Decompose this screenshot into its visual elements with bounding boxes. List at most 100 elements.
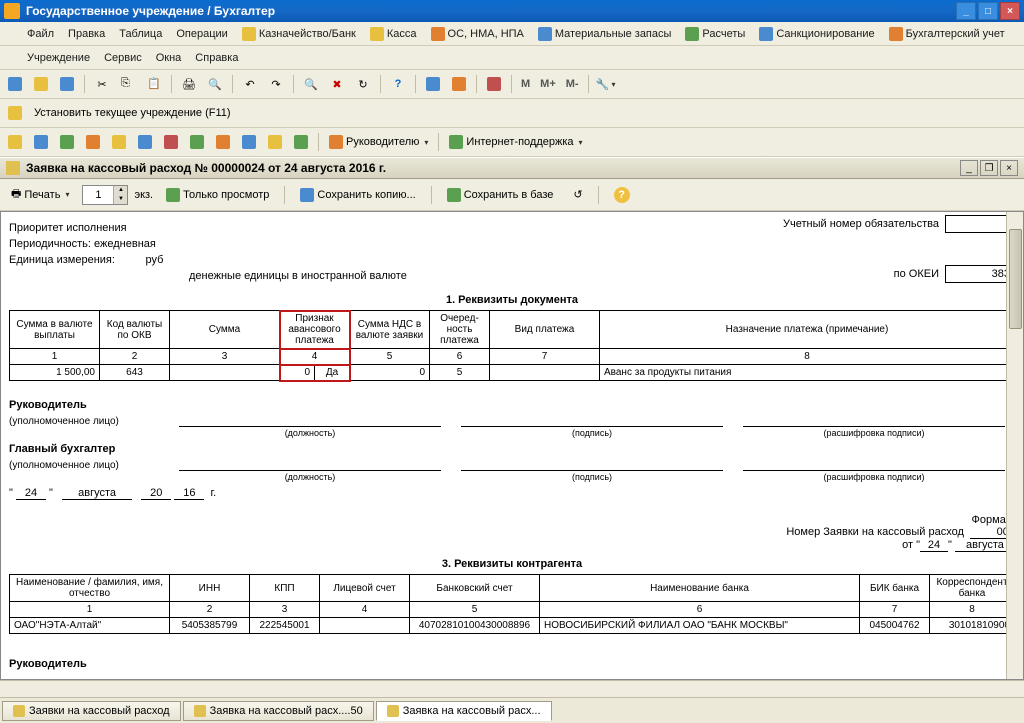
copies-down[interactable]: ▼ <box>113 195 127 204</box>
menu-file[interactable]: Файл <box>4 25 60 43</box>
menu-institution[interactable]: Учреждение <box>4 49 96 67</box>
print-button[interactable]: 🖨 <box>178 73 200 95</box>
menu-calc[interactable]: Расчеты <box>679 25 751 43</box>
copies-up[interactable]: ▲ <box>113 186 127 195</box>
qb-3[interactable] <box>56 131 78 153</box>
s3v2[interactable]: 5405385799 <box>170 618 250 634</box>
paste-button[interactable]: 📋 <box>143 73 165 95</box>
s3v8[interactable]: 30101810900 <box>930 618 1015 634</box>
cut-button[interactable]: ✂ <box>91 73 113 95</box>
undo-button[interactable]: ↶ <box>239 73 261 95</box>
tab-1[interactable]: Заявки на кассовый расход <box>2 701 181 721</box>
tab-2[interactable]: Заявка на кассовый расх....50 <box>183 701 374 721</box>
copy-button[interactable]: ⎘ <box>117 73 139 95</box>
calc-button[interactable] <box>422 73 444 95</box>
scrollbar-horizontal[interactable] <box>0 680 1024 697</box>
v6[interactable]: 5 <box>430 365 490 381</box>
inst-icon-button[interactable] <box>4 102 26 124</box>
s3v3[interactable]: 222545001 <box>250 618 320 634</box>
qb-8[interactable] <box>186 131 208 153</box>
v8[interactable]: Аванс за продукты питания <box>600 365 1015 381</box>
qb-1[interactable] <box>4 131 26 153</box>
refresh-button[interactable]: ↻ <box>352 73 374 95</box>
s3v7[interactable]: 045004762 <box>860 618 930 634</box>
v1[interactable]: 1 500,00 <box>10 365 100 381</box>
h6: Очеред-ность платежа <box>430 311 490 349</box>
doc-help-button[interactable]: ? <box>607 184 637 206</box>
redo-button[interactable]: ↷ <box>265 73 287 95</box>
s3v4[interactable] <box>320 618 410 634</box>
menu-help[interactable]: Справка <box>189 50 244 66</box>
menu-accounting[interactable]: Бухгалтерский учет <box>883 25 1011 43</box>
qb-6[interactable] <box>134 131 156 153</box>
set-institution-button[interactable]: Установить текущее учреждение (F11) <box>30 105 235 121</box>
settings-button[interactable]: 🔧▾ <box>595 73 617 95</box>
copies-input[interactable] <box>83 187 113 203</box>
scroll-thumb[interactable] <box>1009 229 1022 329</box>
memory-mplus[interactable]: M+ <box>537 78 559 90</box>
tool-btn-a[interactable] <box>483 73 505 95</box>
v3[interactable] <box>170 365 280 381</box>
menu-cashdesk[interactable]: Касса <box>364 25 423 43</box>
menu-assets[interactable]: ОС, НМА, НПА <box>425 25 530 43</box>
minimize-button[interactable]: _ <box>956 2 976 20</box>
v4-cell[interactable]: 0 Да <box>280 365 350 381</box>
qb-2[interactable] <box>30 131 52 153</box>
h5: Сумма НДС в валюте заявки <box>350 311 430 349</box>
menu-edit[interactable]: Правка <box>62 26 111 42</box>
n4: 4 <box>280 349 350 365</box>
qb-12[interactable] <box>290 131 312 153</box>
s3v6[interactable]: НОВОСИБИРСКИЙ ФИЛИАЛ ОАО "БАНК МОСКВЫ" <box>540 618 860 634</box>
v2[interactable]: 643 <box>100 365 170 381</box>
menu-windows[interactable]: Окна <box>150 50 188 66</box>
v7[interactable] <box>490 365 600 381</box>
open-button[interactable] <box>30 73 52 95</box>
memory-m[interactable]: M <box>518 78 533 90</box>
calendar-button[interactable] <box>448 73 470 95</box>
new-button[interactable] <box>4 73 26 95</box>
leader-dropdown[interactable]: Руководителю▾ <box>325 133 432 151</box>
maximize-button[interactable]: □ <box>978 2 998 20</box>
qb-5[interactable] <box>108 131 130 153</box>
h4: Признак авансового платежа <box>280 311 350 349</box>
qb-4[interactable] <box>82 131 104 153</box>
preview-button[interactable]: 🔍 <box>204 73 226 95</box>
h3: Сумма <box>170 311 280 349</box>
s3v1[interactable]: ОАО"НЭТА-Алтай" <box>10 618 170 634</box>
inst-icon <box>10 51 24 65</box>
v5[interactable]: 0 <box>350 365 430 381</box>
printer-icon: 🖶 <box>11 185 21 204</box>
doc-close[interactable]: × <box>1000 160 1018 176</box>
readonly-button[interactable]: Только просмотр <box>159 185 276 205</box>
support-dropdown[interactable]: Интернет-поддержка▾ <box>445 133 586 151</box>
doc-maximize[interactable]: ❐ <box>980 160 998 176</box>
clear-button[interactable]: ✖ <box>326 73 348 95</box>
print-dropdown[interactable]: 🖶Печать▾ <box>4 182 76 207</box>
menu-operations[interactable]: Операции <box>170 26 233 42</box>
okei-label: по ОКЕИ <box>894 268 939 280</box>
memory-mminus[interactable]: M- <box>563 78 582 90</box>
tab-3[interactable]: Заявка на кассовый расх... <box>376 701 552 721</box>
menu-sanction[interactable]: Санкционирование <box>753 25 880 43</box>
menu-treasury[interactable]: Казначейство/Банк <box>236 25 362 43</box>
save-copy-button[interactable]: Сохранить копию... <box>293 185 422 205</box>
save-button[interactable] <box>56 73 78 95</box>
save-db-button[interactable]: Сохранить в базе <box>440 185 561 205</box>
qb-7[interactable] <box>160 131 182 153</box>
revert-button[interactable]: ↺ <box>566 185 589 204</box>
menu-service[interactable]: Сервис <box>98 50 148 66</box>
close-button[interactable]: × <box>1000 2 1020 20</box>
qb-9[interactable] <box>212 131 234 153</box>
copies-spinner[interactable]: ▲▼ <box>82 185 128 205</box>
qb-11[interactable] <box>264 131 286 153</box>
menu-table[interactable]: Таблица <box>113 26 168 42</box>
find-button[interactable]: 🔍 <box>300 73 322 95</box>
menu-materials[interactable]: Материальные запасы <box>532 25 678 43</box>
qb-10[interactable] <box>238 131 260 153</box>
s3v5[interactable]: 40702810100430008896 <box>410 618 540 634</box>
help-button[interactable]: ? <box>387 73 409 95</box>
toolbar-inst: Установить текущее учреждение (F11) <box>0 99 1024 128</box>
doc-minimize[interactable]: _ <box>960 160 978 176</box>
scrollbar-vertical[interactable] <box>1006 212 1023 679</box>
n7: 7 <box>490 349 600 365</box>
